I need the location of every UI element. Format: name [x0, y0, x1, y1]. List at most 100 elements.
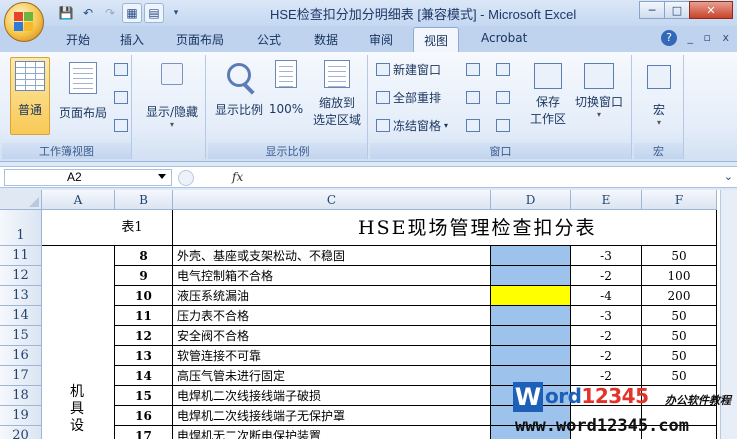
sheet-title-cell[interactable]: HSE现场管理检查扣分表 — [173, 210, 717, 246]
arrange-all-button[interactable]: 全部重排 — [376, 89, 441, 106]
deduction-cell[interactable]: -4 — [571, 286, 642, 306]
item-description-cell[interactable]: 高压气管未进行固定 — [173, 366, 491, 386]
formula-input[interactable] — [252, 169, 717, 186]
macros-button[interactable]: 宏 ▾ — [638, 57, 680, 127]
name-box-dropdown-icon[interactable] — [158, 174, 166, 179]
item-description-cell[interactable]: 电焊机二次线接线端子无保护罩 — [173, 406, 491, 426]
full-screen-button[interactable] — [114, 119, 128, 132]
column-header-c[interactable]: C — [173, 190, 491, 210]
row-header[interactable]: 15 — [0, 326, 42, 346]
input-cell[interactable] — [491, 266, 571, 286]
category-merged-cell[interactable]: 机 具 设 — [42, 246, 115, 439]
sync-scroll-button[interactable] — [496, 91, 510, 104]
new-window-button[interactable]: 新建窗口 — [376, 61, 441, 78]
freeze-panes-button[interactable]: 冻结窗格 ▾ — [376, 117, 448, 134]
item-index-cell[interactable]: 12 — [115, 326, 173, 346]
deduction-cell[interactable]: -2 — [571, 266, 642, 286]
column-header-d[interactable]: D — [491, 190, 571, 210]
help-icon[interactable]: ? — [661, 30, 677, 46]
tab-view[interactable]: 视图 — [413, 27, 460, 52]
reset-window-button[interactable] — [496, 119, 510, 132]
input-cell[interactable] — [491, 306, 571, 326]
item-index-cell[interactable]: 13 — [115, 346, 173, 366]
expand-formula-icon[interactable]: ⌄ — [724, 170, 733, 183]
item-description-cell[interactable]: 压力表不合格 — [173, 306, 491, 326]
print-preview-icon[interactable]: ▦ — [122, 3, 142, 23]
amount-cell[interactable]: 50 — [642, 246, 717, 266]
deduction-cell[interactable]: -3 — [571, 306, 642, 326]
row-header[interactable]: 17 — [0, 366, 42, 386]
tab-insert[interactable]: 插入 — [120, 31, 144, 48]
ribbon-minimize-button[interactable]: _ — [688, 31, 694, 44]
column-header-f[interactable]: F — [642, 190, 717, 210]
item-index-cell[interactable]: 16 — [115, 406, 173, 426]
row-header[interactable]: 11 — [0, 246, 42, 266]
amount-cell[interactable]: 50 — [642, 306, 717, 326]
deduction-cell[interactable]: -2 — [571, 346, 642, 366]
normal-view-button[interactable]: 普通 — [10, 57, 50, 135]
row-header[interactable]: 12 — [0, 266, 42, 286]
column-header-e[interactable]: E — [571, 190, 642, 210]
item-description-cell[interactable]: 外壳、基座或支架松动、不稳固 — [173, 246, 491, 266]
item-description-cell[interactable]: 安全阀不合格 — [173, 326, 491, 346]
amount-cell[interactable]: 100 — [642, 266, 717, 286]
deduction-cell[interactable]: -3 — [571, 246, 642, 266]
item-index-cell[interactable]: 9 — [115, 266, 173, 286]
tab-home[interactable]: 开始 — [66, 31, 90, 48]
amount-cell[interactable]: 50 — [642, 346, 717, 366]
print-icon[interactable]: ▤ — [144, 3, 164, 23]
row-header-1[interactable]: 1 — [0, 210, 42, 246]
undo-icon[interactable]: ↶ — [78, 3, 98, 23]
zoom-100-button[interactable]: 100% — [268, 57, 304, 116]
unhide-window-button[interactable] — [466, 91, 480, 104]
deduction-cell[interactable]: -2 — [571, 326, 642, 346]
hide-window-button[interactable] — [466, 63, 480, 76]
zoom-to-selection-button[interactable]: 缩放到 选定区域 — [308, 57, 366, 128]
item-description-cell[interactable]: 电焊机二次线接线端子破损 — [173, 386, 491, 406]
amount-cell[interactable]: 50 — [642, 326, 717, 346]
column-header-a[interactable]: A — [42, 190, 115, 210]
view-side-by-side-button[interactable] — [496, 63, 510, 76]
item-description-cell[interactable]: 电气控制箱不合格 — [173, 266, 491, 286]
input-cell[interactable] — [491, 286, 571, 306]
zoom-button[interactable]: 显示比例 — [212, 57, 266, 118]
input-cell[interactable] — [491, 246, 571, 266]
show-window-button[interactable] — [466, 119, 480, 132]
tab-acrobat[interactable]: Acrobat — [481, 31, 527, 45]
column-header-b[interactable]: B — [115, 190, 173, 210]
row-header[interactable]: 14 — [0, 306, 42, 326]
page-layout-view-button[interactable]: 页面布局 — [56, 57, 110, 121]
tab-formulas[interactable]: 公式 — [257, 31, 281, 48]
tab-review[interactable]: 审阅 — [369, 31, 393, 48]
table-label-cell[interactable]: 表1 — [42, 210, 173, 246]
close-button[interactable]: ✕ — [689, 1, 733, 19]
item-description-cell[interactable]: 液压系统漏油 — [173, 286, 491, 306]
switch-windows-button[interactable]: 切换窗口 ▾ — [570, 57, 628, 119]
row-header[interactable]: 18 — [0, 386, 42, 406]
item-index-cell[interactable]: 11 — [115, 306, 173, 326]
item-description-cell[interactable]: 软管连接不可靠 — [173, 346, 491, 366]
show-hide-button[interactable]: 显示/隐藏 ▾ — [142, 57, 202, 129]
item-index-cell[interactable]: 17 — [115, 426, 173, 439]
save-icon[interactable]: 💾 — [56, 3, 76, 23]
item-index-cell[interactable]: 10 — [115, 286, 173, 306]
amount-cell[interactable]: 200 — [642, 286, 717, 306]
row-header[interactable]: 19 — [0, 406, 42, 426]
tab-data[interactable]: 数据 — [314, 31, 338, 48]
input-cell[interactable] — [491, 326, 571, 346]
item-index-cell[interactable]: 8 — [115, 246, 173, 266]
row-header[interactable]: 13 — [0, 286, 42, 306]
qat-customize-icon[interactable]: ▾ — [166, 3, 186, 23]
item-index-cell[interactable]: 14 — [115, 366, 173, 386]
page-break-preview-button[interactable] — [114, 63, 128, 76]
redo-icon[interactable]: ↷ — [100, 3, 120, 23]
save-workspace-button[interactable]: 保存 工作区 — [526, 57, 570, 127]
input-cell[interactable] — [491, 346, 571, 366]
row-header[interactable]: 16 — [0, 346, 42, 366]
insert-function-icon[interactable]: fx — [232, 170, 243, 184]
office-button[interactable] — [4, 2, 44, 42]
select-all-corner[interactable] — [0, 190, 42, 210]
custom-views-button[interactable] — [114, 91, 128, 104]
ribbon-close-button[interactable]: x — [722, 31, 729, 44]
minimize-button[interactable]: ─ — [639, 1, 665, 19]
